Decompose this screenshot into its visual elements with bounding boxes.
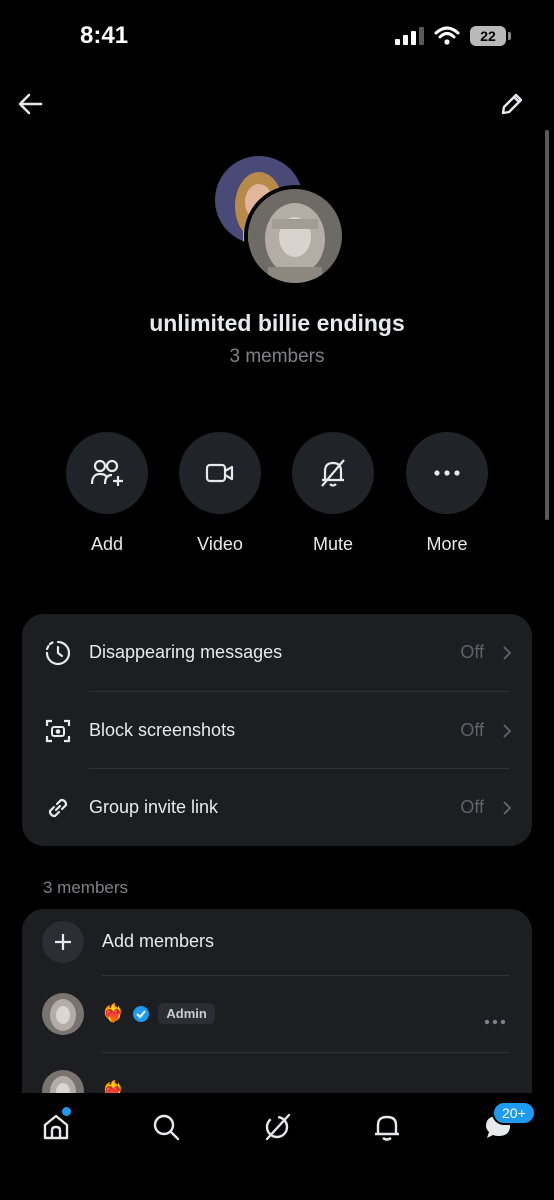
tab-grok[interactable]: [255, 1105, 299, 1149]
bell-icon: [375, 1115, 399, 1141]
setting-group-invite-link[interactable]: Group invite link Off: [22, 769, 532, 846]
more-icon: [434, 470, 460, 476]
setting-label: Group invite link: [89, 797, 219, 817]
member-emoji: ❤️‍🔥: [102, 1003, 125, 1023]
chevron-right-icon: [503, 723, 512, 738]
admin-badge: Admin: [158, 1003, 215, 1024]
tab-home[interactable]: [34, 1105, 78, 1149]
add-members-label: Add members: [102, 931, 215, 951]
add-action-button[interactable]: [66, 432, 148, 514]
chevron-right-icon: [503, 645, 512, 660]
status-bar: 8:41 22: [0, 0, 554, 70]
group-member-count: 3 members: [229, 346, 325, 367]
setting-disappearing-messages[interactable]: Disappearing messages Off: [22, 614, 532, 691]
video-icon: [205, 463, 234, 483]
mute-action-button[interactable]: [292, 432, 374, 514]
mute-action[interactable]: Mute: [292, 432, 374, 555]
pencil-icon: [501, 93, 523, 115]
more-action-button[interactable]: [406, 432, 488, 514]
members-card: Add members ❤️‍🔥 Admin ❤️‍🔥: [22, 909, 532, 1109]
home-icon: [43, 1114, 69, 1140]
add-members-row[interactable]: Add members: [22, 909, 532, 975]
member-row[interactable]: ❤️‍🔥 Admin: [22, 976, 532, 1052]
member-avatar[interactable]: [42, 993, 84, 1035]
group-avatar-2: [244, 185, 346, 287]
mute-bell-icon: [321, 459, 345, 487]
add-people-icon: [90, 459, 123, 486]
back-button[interactable]: [10, 84, 50, 124]
setting-value: Off: [460, 642, 484, 662]
tab-messages[interactable]: 20+: [476, 1101, 536, 1149]
more-action-label: More: [426, 534, 468, 554]
search-icon: [153, 1114, 180, 1141]
setting-label: Disappearing messages: [89, 642, 283, 662]
member-name: ❤️‍🔥 Admin: [102, 1003, 215, 1024]
add-action-label: Add: [90, 534, 124, 554]
setting-value: Off: [460, 797, 484, 817]
settings-card: Disappearing messages Off Block screensh…: [22, 614, 532, 846]
status-icons: 22: [394, 26, 511, 46]
status-time: 8:41: [80, 22, 129, 49]
setting-block-screenshots[interactable]: Block screenshots Off: [22, 692, 532, 769]
member-options-button[interactable]: [484, 1012, 506, 1030]
battery-indicator: 22: [470, 26, 511, 46]
home-notification-dot: [62, 1107, 71, 1116]
setting-label: Block screenshots: [89, 720, 236, 740]
link-icon: [44, 794, 72, 822]
tab-search[interactable]: [144, 1105, 188, 1149]
grok-icon: [265, 1113, 291, 1141]
mute-action-label: Mute: [312, 534, 354, 554]
add-members-button[interactable]: [42, 921, 84, 963]
group-name: unlimited billie endings: [149, 310, 405, 336]
more-action[interactable]: More: [406, 432, 488, 555]
verified-badge-icon: [133, 1005, 150, 1022]
plus-icon: [55, 934, 71, 950]
video-action-button[interactable]: [179, 432, 261, 514]
back-arrow-icon: [18, 93, 43, 115]
more-icon: [484, 1019, 506, 1025]
members-section-label: 3 members: [43, 878, 129, 897]
video-action[interactable]: Video: [179, 432, 261, 555]
setting-value: Off: [460, 720, 484, 740]
timer-icon: [44, 639, 72, 667]
tab-notifications[interactable]: [365, 1105, 409, 1149]
wifi-icon: [434, 26, 460, 45]
messages-badge: 20+: [492, 1101, 536, 1125]
bottom-tab-bar: 20+: [0, 1093, 554, 1200]
chevron-right-icon: [503, 800, 512, 815]
edit-button[interactable]: [492, 84, 532, 124]
add-action[interactable]: Add: [66, 432, 148, 555]
screenshot-camera-icon: [44, 717, 72, 745]
signal-icon: [395, 27, 424, 45]
video-action-label: Video: [197, 534, 243, 554]
